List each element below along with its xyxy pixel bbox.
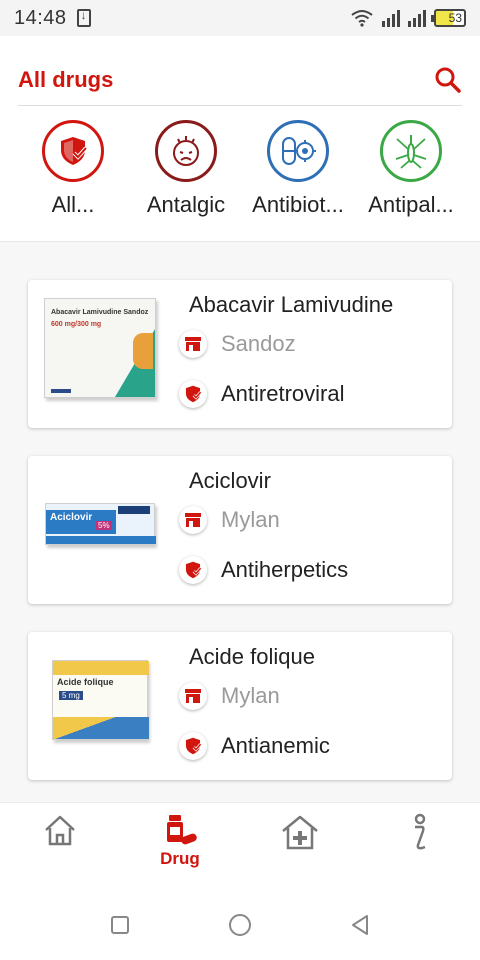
box-brand-text: Aciclovir bbox=[50, 512, 93, 523]
search-button[interactable] bbox=[434, 66, 462, 94]
circle-icon bbox=[229, 914, 251, 936]
category-label: All... bbox=[51, 192, 95, 217]
shield-check-icon bbox=[42, 120, 104, 182]
store-icon bbox=[179, 682, 207, 710]
drug-class-row: Antiherpetics bbox=[179, 556, 348, 584]
drug-class: Antiherpetics bbox=[221, 557, 349, 582]
shield-check-icon bbox=[179, 380, 207, 408]
search-icon bbox=[435, 67, 461, 93]
nav-home[interactable] bbox=[0, 813, 120, 849]
mosquito-icon bbox=[380, 120, 442, 182]
drug-box-image: Abacavir Lamivudine Sandoz 600 mg/300 mg bbox=[44, 298, 156, 398]
recents-button[interactable] bbox=[105, 910, 135, 940]
drug-lab: Sandoz bbox=[221, 331, 296, 356]
drug-list: Abacavir Lamivudine Sandoz 600 mg/300 mg… bbox=[28, 280, 452, 808]
square-icon bbox=[111, 916, 129, 934]
triangle-back-icon bbox=[352, 915, 368, 935]
title-row: All drugs bbox=[18, 54, 462, 106]
drug-lab: Mylan bbox=[221, 683, 280, 708]
drug-thumbnail: Acide folique 5 mg bbox=[42, 646, 158, 754]
category-all[interactable]: All... bbox=[13, 120, 133, 218]
category-label: Antalgic bbox=[146, 192, 226, 217]
pharmacy-icon bbox=[282, 815, 318, 850]
info-icon bbox=[414, 813, 426, 850]
drug-class-row: Antianemic bbox=[179, 732, 330, 760]
status-bar: 14:48 53 bbox=[0, 0, 480, 36]
drug-class: Antiretroviral bbox=[221, 381, 345, 406]
drug-lab-row: Sandoz bbox=[179, 330, 296, 358]
store-icon bbox=[179, 330, 207, 358]
drug-lab: Mylan bbox=[221, 507, 280, 532]
download-icon bbox=[76, 8, 91, 27]
drug-lab-row: Mylan bbox=[179, 506, 280, 534]
store-icon bbox=[179, 506, 207, 534]
nav-pharmacy[interactable] bbox=[240, 813, 360, 851]
signal-icon bbox=[382, 9, 400, 27]
battery-level: 53 bbox=[448, 11, 462, 25]
headache-face-icon bbox=[155, 120, 217, 182]
back-button[interactable] bbox=[345, 910, 375, 940]
drug-card[interactable]: Abacavir Lamivudine Sandoz 600 mg/300 mg… bbox=[28, 280, 452, 428]
wifi-icon bbox=[351, 10, 373, 27]
home-icon bbox=[45, 815, 75, 846]
battery-icon: 53 bbox=[431, 9, 466, 27]
drug-name: Acide folique bbox=[189, 644, 315, 669]
drug-lab-row: Mylan bbox=[179, 682, 280, 710]
shield-check-icon bbox=[179, 732, 207, 760]
drug-card[interactable]: Aciclovir 5% Aciclovir Mylan Antiherpeti… bbox=[28, 456, 452, 604]
shield-check-icon bbox=[179, 556, 207, 584]
bottom-nav: Drug bbox=[0, 802, 480, 886]
category-label: Antipal... bbox=[368, 192, 454, 217]
box-dose-text: 5% bbox=[96, 521, 112, 530]
signal-icon-2 bbox=[408, 9, 426, 27]
category-antalgic[interactable]: Antalgic bbox=[126, 120, 246, 218]
nav-drug[interactable]: Drug bbox=[120, 813, 240, 869]
drug-name: Aciclovir bbox=[189, 468, 271, 493]
drug-thumbnail: Abacavir Lamivudine Sandoz 600 mg/300 mg bbox=[42, 294, 158, 402]
drug-name: Abacavir Lamivudine bbox=[189, 292, 394, 317]
drug-icon bbox=[167, 815, 197, 845]
system-nav-bar bbox=[0, 886, 480, 960]
nav-info[interactable] bbox=[360, 813, 480, 853]
capsule-bacteria-icon bbox=[267, 120, 329, 182]
box-dose-text: 600 mg/300 mg bbox=[51, 321, 102, 328]
box-brand-text: Abacavir Lamivudine Sandoz bbox=[51, 309, 149, 316]
page-title: All drugs bbox=[18, 66, 114, 92]
box-dose-text: 5 mg bbox=[59, 691, 83, 700]
category-antibiotics[interactable]: Antibiot... bbox=[238, 120, 358, 218]
drug-thumbnail: Aciclovir 5% bbox=[42, 470, 158, 578]
drug-class-row: Antiretroviral bbox=[179, 380, 344, 408]
nav-label: Drug bbox=[160, 849, 200, 868]
status-time: 14:48 bbox=[14, 6, 67, 29]
status-icons: 53 bbox=[350, 9, 466, 27]
category-antipaludic[interactable]: Antipal... bbox=[351, 120, 471, 218]
drug-box-image: Acide folique 5 mg bbox=[52, 660, 149, 740]
home-system-button[interactable] bbox=[225, 910, 255, 940]
header-card: All drugs All... Antalgic Antibiot... An… bbox=[0, 36, 480, 242]
category-label: Antibiot... bbox=[252, 192, 344, 217]
drug-box-image: Aciclovir 5% bbox=[45, 503, 156, 545]
drug-card[interactable]: Acide folique 5 mg Acide folique Mylan A… bbox=[28, 632, 452, 780]
drug-class: Antianemic bbox=[221, 733, 330, 758]
box-brand-text: Acide folique bbox=[57, 677, 114, 687]
category-row: All... Antalgic Antibiot... Antipal... bbox=[0, 116, 480, 226]
